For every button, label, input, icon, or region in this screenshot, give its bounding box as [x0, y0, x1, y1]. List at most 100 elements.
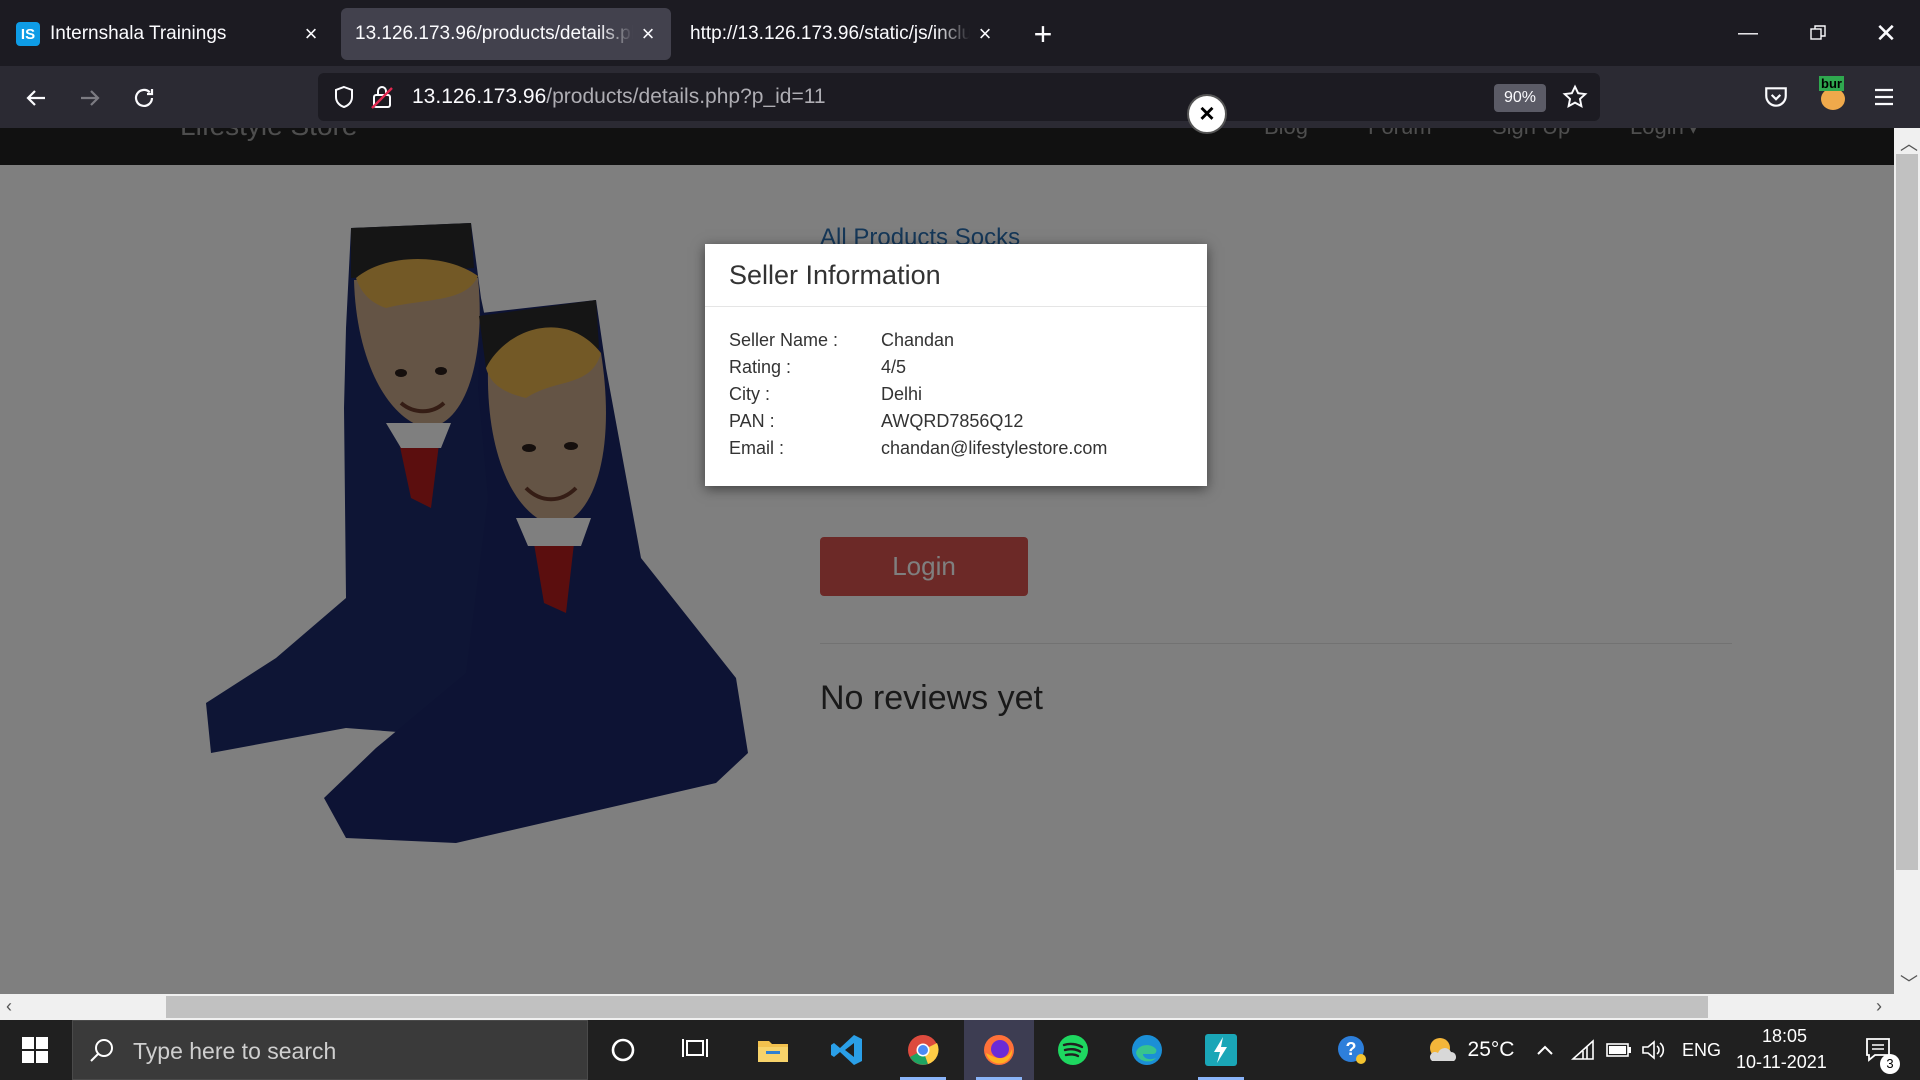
weather-temperature: 25°C: [1467, 1038, 1515, 1061]
info-value: chandan@lifestylestore.com: [881, 438, 1108, 458]
taskbar-search-box[interactable]: Type here to search: [72, 1020, 588, 1080]
edge-icon: [1132, 1035, 1162, 1065]
firefox-button[interactable]: [964, 1020, 1034, 1080]
pocket-icon[interactable]: [1763, 84, 1789, 110]
weather-sun-cloud-icon: [1429, 1038, 1456, 1061]
tab-title: http://13.126.173.96/static/js/include.j…: [690, 23, 970, 44]
vscode-button[interactable]: [812, 1020, 882, 1080]
horizontal-scroll-thumb[interactable]: [166, 996, 1708, 1018]
minimize-button[interactable]: —: [1718, 12, 1778, 54]
info-value: 4/5: [881, 357, 907, 377]
weather-widget[interactable]: 25°C: [1410, 1020, 1530, 1080]
network-tray-button[interactable]: [1566, 1020, 1600, 1080]
chrome-icon: [908, 1035, 939, 1065]
help-tray-button[interactable]: ?: [1326, 1020, 1378, 1080]
tab-title: 13.126.173.96/products/details.php?p_id=…: [355, 23, 633, 44]
info-value: Chandan: [881, 330, 955, 350]
app-menu-button[interactable]: [1872, 86, 1896, 108]
clock-date[interactable]: 10-11-2021: [1736, 1052, 1827, 1073]
modal-title: Seller Information: [729, 260, 941, 290]
cortana-circle-icon: [611, 1038, 635, 1062]
lightning-app-icon: [1205, 1034, 1237, 1066]
start-button[interactable]: [0, 1020, 72, 1080]
folder-icon: [758, 1041, 788, 1062]
back-arrow-icon: [26, 90, 45, 106]
help-question-icon: ?: [1338, 1036, 1366, 1064]
internshala-favicon-icon: IS: [16, 22, 40, 46]
search-placeholder: Type here to search: [133, 1038, 337, 1064]
scroll-down-arrow-icon[interactable]: ﹀: [1900, 970, 1918, 996]
back-button[interactable]: [18, 80, 54, 116]
zoom-level-badge[interactable]: 90%: [1494, 84, 1546, 112]
input-language[interactable]: ENG: [1682, 1040, 1721, 1061]
speaker-icon: [1642, 1040, 1665, 1060]
modal-close-button[interactable]: ×: [1187, 94, 1227, 134]
svg-text:?: ?: [1346, 1039, 1357, 1059]
extension-burp-icon[interactable]: bur: [1817, 76, 1847, 112]
info-value: Delhi: [881, 384, 923, 404]
navigation-toolbar: 13.126.173.96/products/details.php?p_id=…: [0, 66, 1920, 128]
insecure-lock-icon[interactable]: [370, 84, 394, 110]
extension-badge: bur: [1819, 76, 1844, 91]
notification-count-badge: 3: [1880, 1054, 1900, 1074]
page-viewport: Lifestyle Store Blog Forum Sign Up Login…: [0, 128, 1894, 994]
tab-title: Internshala Trainings: [50, 23, 227, 44]
vscode-icon: [831, 1035, 862, 1065]
tracking-shield-icon[interactable]: [332, 85, 356, 109]
url-host: 13.126.173.96: [412, 85, 547, 108]
chrome-button[interactable]: [888, 1020, 958, 1080]
close-window-button[interactable]: ✕: [1856, 12, 1916, 54]
edge-button[interactable]: [1112, 1020, 1182, 1080]
forward-arrow-icon: [81, 90, 100, 106]
battery-icon: [1606, 1043, 1631, 1057]
tab-internshala[interactable]: IS Internshala Trainings ×: [2, 8, 334, 60]
clock-time[interactable]: 18:05: [1762, 1026, 1807, 1047]
windows-taskbar: Type here to search ? 25°C ENG 18:05 10-…: [0, 1020, 1920, 1080]
tab-include-js[interactable]: http://13.126.173.96/static/js/include.j…: [676, 8, 1008, 60]
spotify-icon: [1058, 1035, 1088, 1065]
action-center-button[interactable]: 3: [1852, 1020, 1906, 1080]
address-bar[interactable]: 13.126.173.96/products/details.php?p_id=…: [318, 73, 1600, 121]
tab-close-icon[interactable]: ×: [296, 21, 326, 47]
scroll-left-arrow-icon[interactable]: ‹: [6, 996, 12, 1017]
bookmark-star-icon[interactable]: [1562, 84, 1588, 110]
tab-bar: IS Internshala Trainings × 13.126.173.96…: [0, 0, 1920, 66]
search-icon: [90, 1039, 113, 1062]
reload-button[interactable]: [126, 80, 162, 116]
forward-button[interactable]: [72, 80, 108, 116]
seller-info-modal: Seller Information Seller Name : Chandan…: [705, 244, 1207, 486]
url-path: /products/details.php?p_id=11: [546, 85, 826, 108]
chevron-up-icon: [1537, 1045, 1553, 1055]
task-view-button[interactable]: [660, 1020, 730, 1080]
tab-close-icon[interactable]: ×: [970, 21, 1000, 47]
info-label: Rating :: [729, 357, 792, 377]
scroll-right-arrow-icon[interactable]: ›: [1876, 996, 1882, 1017]
battery-tray-button[interactable]: [1602, 1020, 1636, 1080]
new-tab-button[interactable]: +: [1028, 14, 1058, 54]
wifi-icon: [1571, 1039, 1594, 1060]
reload-icon: [134, 88, 154, 107]
modal-header-divider: [705, 306, 1207, 307]
info-label: PAN :: [729, 411, 775, 431]
volume-tray-button[interactable]: [1636, 1020, 1670, 1080]
tab-product-details[interactable]: 13.126.173.96/products/details.php?p_id=…: [341, 8, 671, 60]
file-explorer-button[interactable]: [738, 1020, 808, 1080]
vertical-scroll-thumb[interactable]: [1896, 154, 1918, 870]
task-view-icon: [682, 1039, 708, 1057]
restore-button[interactable]: [1788, 12, 1848, 54]
info-label: Seller Name :: [729, 330, 839, 350]
powertoys-button[interactable]: [1186, 1020, 1256, 1080]
url-text[interactable]: 13.126.173.96/products/details.php?p_id=…: [412, 85, 826, 109]
show-hidden-icons-button[interactable]: [1530, 1020, 1560, 1080]
hamburger-menu-icon: [1875, 88, 1893, 106]
windows-logo-icon: [22, 1037, 48, 1063]
tab-close-icon[interactable]: ×: [633, 21, 663, 47]
info-label: City :: [729, 384, 771, 404]
cortana-button[interactable]: [588, 1020, 658, 1080]
spotify-button[interactable]: [1038, 1020, 1108, 1080]
info-label: Email :: [729, 438, 785, 458]
firefox-icon: [984, 1035, 1014, 1065]
scroll-up-arrow-icon[interactable]: ︿: [1900, 130, 1918, 156]
restore-icon: [1810, 25, 1826, 40]
info-value: AWQRD7856Q12: [881, 411, 1024, 431]
